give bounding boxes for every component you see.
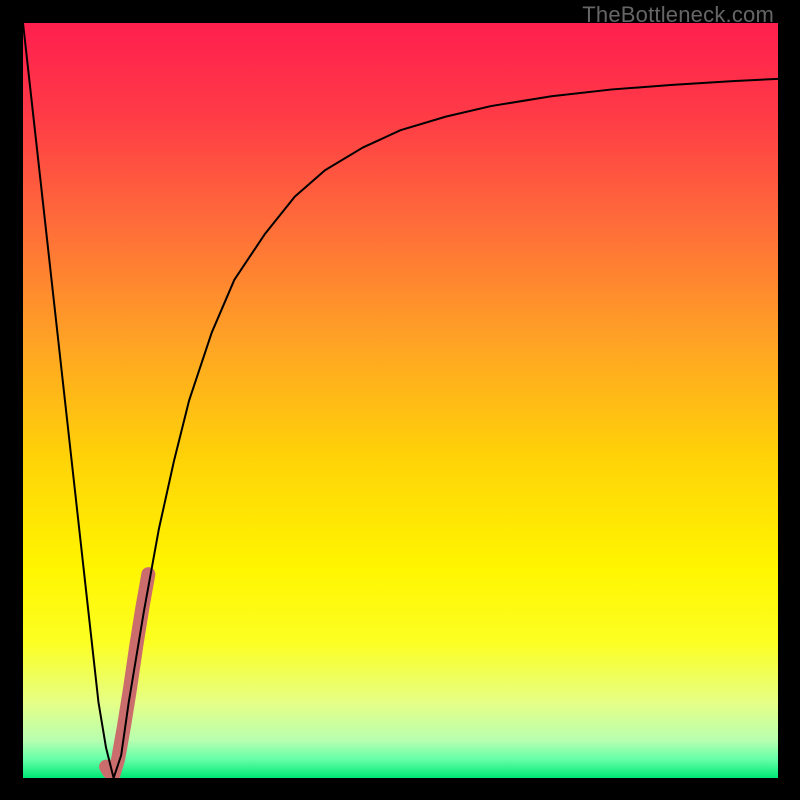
chart-stage: TheBottleneck.com bbox=[0, 0, 800, 800]
plot-area bbox=[23, 23, 778, 778]
watermark-text: TheBottleneck.com bbox=[582, 2, 774, 28]
highlight-segment bbox=[106, 574, 148, 774]
plot-curves-layer bbox=[23, 23, 778, 778]
